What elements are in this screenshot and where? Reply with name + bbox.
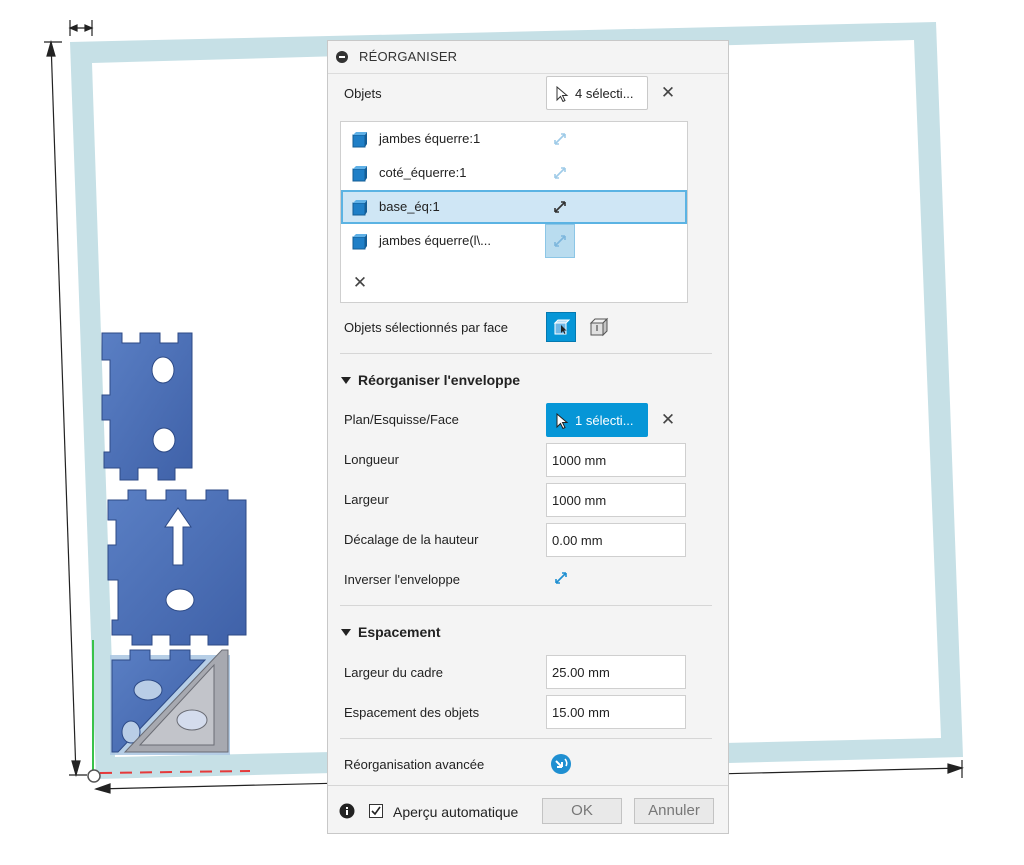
frame-width-input[interactable]: 25.00 mm xyxy=(546,655,686,689)
objects-label: Objets xyxy=(344,86,382,101)
objects-select-button[interactable]: 4 sélecti... xyxy=(546,76,648,110)
face-selection-label: Objets sélectionnés par face xyxy=(344,320,509,335)
plane-label: Plan/Esquisse/Face xyxy=(344,412,459,427)
list-item[interactable]: coté_équerre:1 xyxy=(341,156,687,190)
height-offset-value: 0.00 mm xyxy=(552,533,603,548)
checkmark-icon xyxy=(371,806,381,816)
height-offset-label: Décalage de la hauteur xyxy=(344,532,479,547)
collapse-triangle-icon xyxy=(341,376,351,384)
footer-divider xyxy=(328,785,728,786)
body-icon xyxy=(352,166,367,182)
list-item[interactable]: jambes équerre:1 xyxy=(341,122,687,156)
divider xyxy=(340,605,712,606)
list-item-selected[interactable]: base_éq:1 xyxy=(341,190,687,224)
dialog-header: RÉORGANISER xyxy=(328,41,728,74)
invert-envelope-icon[interactable] xyxy=(552,569,570,587)
plane-select-count: 1 sélecti... xyxy=(575,413,634,428)
object-spacing-input[interactable]: 15.00 mm xyxy=(546,695,686,729)
body-icon xyxy=(352,234,367,250)
body-mode-button[interactable] xyxy=(586,314,612,340)
invert-label: Inverser l'enveloppe xyxy=(344,572,460,587)
flip-toggle-active[interactable] xyxy=(545,224,575,258)
auto-preview-label: Aperçu automatique xyxy=(393,804,519,820)
object-spacing-value: 15.00 mm xyxy=(552,705,610,720)
width-value: 1000 mm xyxy=(552,493,607,508)
objects-clear-icon[interactable]: ✕ xyxy=(660,84,676,101)
frame-width-value: 25.00 mm xyxy=(552,665,610,680)
collapse-icon[interactable] xyxy=(336,51,348,63)
divider xyxy=(340,738,712,739)
width-input[interactable]: 1000 mm xyxy=(546,483,686,517)
part-base-eq-1[interactable] xyxy=(110,649,230,755)
plane-clear-icon[interactable]: ✕ xyxy=(660,411,676,428)
divider xyxy=(340,353,712,354)
plane-select-button[interactable]: 1 sélecti... xyxy=(546,403,648,437)
list-remove-icon[interactable]: ✕ xyxy=(352,274,368,291)
objects-select-count: 4 sélecti... xyxy=(575,86,634,101)
flip-icon[interactable] xyxy=(551,164,569,182)
section-spacing-toggle[interactable]: Espacement xyxy=(341,624,440,640)
part-cote-equerre-1[interactable] xyxy=(107,489,247,646)
origin-point[interactable] xyxy=(87,769,101,783)
width-label: Largeur xyxy=(344,492,389,507)
cursor-icon xyxy=(556,86,569,102)
cursor-icon xyxy=(556,413,569,429)
frame-width-label: Largeur du cadre xyxy=(344,665,444,680)
list-item-label: coté_équerre:1 xyxy=(379,165,467,180)
objects-list: jambes équerre:1 coté_équerre:1 base_éq:… xyxy=(340,121,688,303)
length-input[interactable]: 1000 mm xyxy=(546,443,686,477)
body-icon xyxy=(352,132,367,148)
info-icon[interactable] xyxy=(339,803,355,819)
face-mode-button[interactable] xyxy=(546,312,576,342)
section-envelope-toggle[interactable]: Réorganiser l'enveloppe xyxy=(341,372,520,388)
list-item-label: base_éq:1 xyxy=(379,199,440,214)
advanced-toggle-icon[interactable] xyxy=(550,753,572,775)
body-select-icon xyxy=(589,317,609,337)
face-select-icon xyxy=(553,319,571,335)
list-item-label: jambes équerre(l\... xyxy=(379,233,491,248)
object-spacing-label: Espacement des objets xyxy=(344,705,480,720)
length-label: Longueur xyxy=(344,452,399,467)
advanced-label: Réorganisation avancée xyxy=(344,757,485,772)
dimension-frame-width xyxy=(68,20,94,36)
section-spacing-label: Espacement xyxy=(358,624,441,640)
section-envelope-label: Réorganiser l'enveloppe xyxy=(358,372,521,388)
ok-button[interactable]: OK xyxy=(542,798,622,824)
collapse-triangle-icon xyxy=(341,628,351,636)
height-offset-input[interactable]: 0.00 mm xyxy=(546,523,686,557)
flip-icon xyxy=(554,235,566,247)
length-value: 1000 mm xyxy=(552,453,607,468)
part-jambes-equerre-1[interactable] xyxy=(101,332,193,481)
dialog-title: RÉORGANISER xyxy=(359,49,458,64)
auto-preview-checkbox[interactable] xyxy=(369,804,383,818)
list-item[interactable]: jambes équerre(l\... xyxy=(341,224,687,258)
body-icon xyxy=(352,200,367,216)
list-item-label: jambes équerre:1 xyxy=(379,131,481,146)
reorganiser-dialog: RÉORGANISER Objets 4 sélecti... ✕ jambes… xyxy=(327,40,729,834)
flip-icon[interactable] xyxy=(551,130,569,148)
cancel-button[interactable]: Annuler xyxy=(634,798,714,824)
flip-icon[interactable] xyxy=(551,198,569,216)
